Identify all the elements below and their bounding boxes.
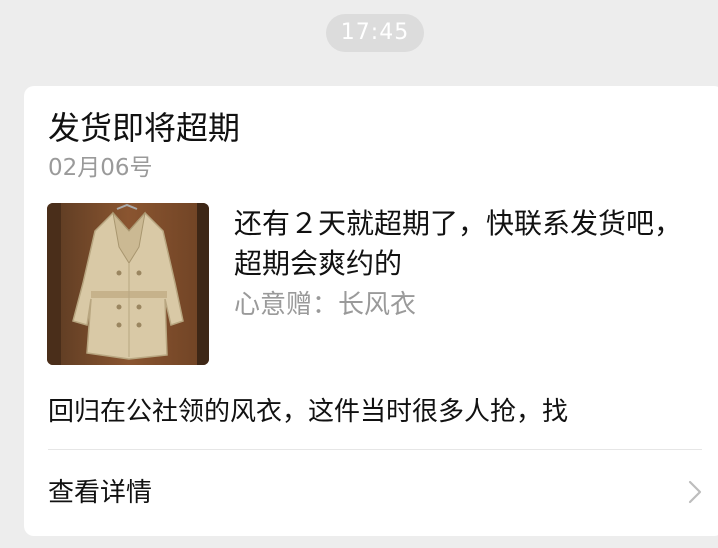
view-details-label: 查看详情 (48, 478, 153, 508)
coat-thumbnail[interactable] (47, 203, 209, 365)
shipping-reminder-card[interactable]: 发货即将超期 02月06号 还有２天就超期了，快联系发货吧，超期会爽约的 心意赠… (24, 86, 718, 536)
view-details-row[interactable]: 查看详情 (24, 450, 718, 536)
item-description: 回归在公社领的风衣，这件当时很多人抢，找 (48, 397, 569, 427)
card-title: 发货即将超期 (48, 109, 241, 147)
chevron-right-icon (688, 480, 702, 508)
card-date: 02月06号 (48, 155, 153, 181)
gift-label: 心意赠：长风衣 (234, 290, 417, 320)
timestamp-pill: 17:45 (326, 14, 424, 52)
overdue-notice-text: 还有２天就超期了，快联系发货吧，超期会爽约的 (234, 207, 683, 280)
